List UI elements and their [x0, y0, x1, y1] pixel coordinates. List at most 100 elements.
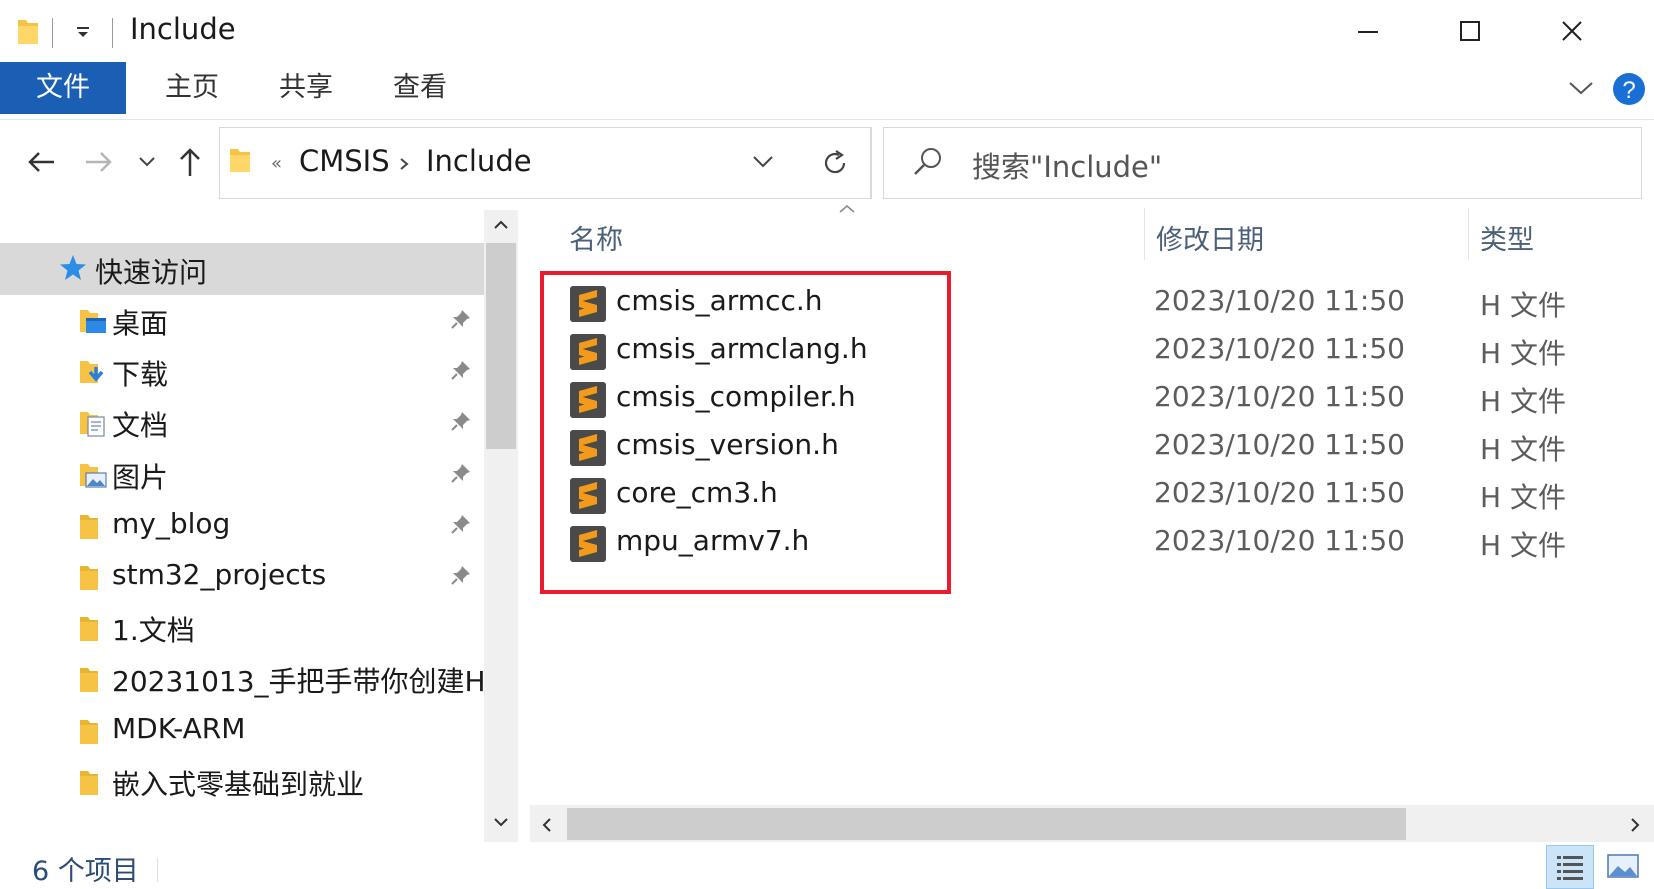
column-separator[interactable] [1144, 208, 1145, 260]
details-view-icon [1557, 856, 1583, 880]
quick-access-dropdown-icon[interactable] [74, 24, 92, 40]
file-type: H 文件 [1480, 337, 1566, 370]
nav-item-label: 嵌入式零基础到就业 [112, 767, 365, 801]
scroll-up-icon[interactable] [491, 218, 511, 232]
breadcrumb-overflow[interactable]: « [271, 153, 282, 174]
nav-item-9[interactable]: MDK-ARM [0, 704, 484, 756]
pin-icon[interactable] [450, 564, 472, 586]
breadcrumb-include[interactable]: Include [426, 144, 532, 178]
column-header-type[interactable]: 类型 [1480, 218, 1534, 257]
search-input[interactable]: 搜索"Include" [972, 144, 1162, 186]
status-separator [157, 858, 158, 882]
downloads-folder-icon [78, 357, 108, 387]
documents-folder-icon [78, 408, 108, 438]
file-type: H 文件 [1480, 289, 1566, 322]
large-icons-view-button[interactable] [1600, 845, 1648, 889]
horizontal-scroll-thumb[interactable] [567, 808, 1406, 840]
nav-item-2[interactable]: 下载 [0, 345, 484, 397]
sort-ascending-icon [838, 204, 856, 214]
desktop-folder-icon [78, 306, 108, 336]
tab-file[interactable]: 文件 [0, 62, 126, 114]
folder-icon [78, 767, 108, 797]
pin-icon[interactable] [450, 513, 472, 535]
refresh-icon [820, 148, 850, 178]
nav-item-label: 文档 [112, 409, 169, 443]
title-separator [52, 18, 53, 48]
folder-icon [228, 146, 252, 174]
column-header-date[interactable]: 修改日期 [1156, 218, 1264, 257]
back-button[interactable] [20, 140, 64, 184]
file-date: 2023/10/20 11:50 [1154, 476, 1405, 509]
file-type: H 文件 [1480, 529, 1566, 562]
tab-home[interactable]: 主页 [136, 62, 248, 114]
file-date: 2023/10/20 11:50 [1154, 284, 1405, 317]
nav-item-4[interactable]: 图片 [0, 448, 484, 500]
recent-locations-button[interactable] [126, 140, 170, 184]
file-type: H 文件 [1480, 385, 1566, 418]
minimize-button[interactable] [1318, 0, 1418, 62]
up-arrow-icon [180, 148, 200, 176]
nav-item-quick-access[interactable]: 快速访问 [0, 243, 484, 295]
up-button[interactable] [168, 140, 212, 184]
nav-item-label: MDK-ARM [112, 711, 246, 745]
search-icon [912, 146, 944, 178]
breadcrumb-cmsis[interactable]: CMSIS [299, 144, 390, 178]
nav-item-6[interactable]: stm32_projects [0, 550, 484, 602]
file-date: 2023/10/20 11:50 [1154, 332, 1405, 365]
file-date: 2023/10/20 11:50 [1154, 380, 1405, 413]
nav-item-label: 快速访问 [95, 256, 208, 289]
scroll-left-icon[interactable] [540, 816, 554, 834]
folder-icon [78, 716, 108, 746]
item-count: 6 个项目 [32, 856, 139, 887]
folder-icon [78, 511, 108, 541]
nav-item-1[interactable]: 桌面 [0, 294, 484, 346]
minimize-icon [1358, 31, 1378, 33]
forward-button[interactable] [76, 140, 120, 184]
help-icon[interactable]: ? [1612, 72, 1646, 106]
navigation-scroll-thumb[interactable] [486, 243, 516, 449]
column-header-name[interactable]: 名称 [569, 218, 623, 257]
scroll-down-icon[interactable] [491, 815, 511, 829]
folder-icon [78, 613, 108, 643]
star-icon [58, 253, 88, 283]
nav-item-5[interactable]: my_blog [0, 499, 484, 551]
pin-icon[interactable] [450, 462, 472, 484]
nav-item-label: 桌面 [112, 307, 169, 340]
expand-ribbon-icon[interactable] [1568, 80, 1594, 96]
folder-icon [16, 16, 40, 46]
pin-icon[interactable] [450, 308, 472, 330]
red-highlight-box [540, 271, 951, 594]
nav-item-7[interactable]: 1.文档 [0, 601, 484, 653]
pin-icon[interactable] [450, 359, 472, 381]
scroll-right-icon[interactable] [1628, 816, 1642, 834]
ribbon [0, 62, 1654, 120]
window-title: Include [130, 12, 236, 46]
file-type: H 文件 [1480, 481, 1566, 514]
breadcrumb-separator-icon[interactable] [397, 154, 411, 174]
nav-item-label: 20231013_手把手带你创建HA [112, 665, 484, 699]
tab-view[interactable]: 查看 [364, 62, 476, 114]
pin-icon[interactable] [450, 410, 472, 432]
close-button[interactable] [1522, 0, 1622, 62]
title-separator [112, 18, 113, 48]
large-icons-view-icon [1607, 854, 1639, 878]
nav-item-label: 图片 [112, 460, 169, 494]
nav-item-8[interactable]: 20231013_手把手带你创建HA [0, 652, 484, 704]
address-dropdown-icon[interactable] [750, 152, 776, 172]
tab-share[interactable]: 共享 [250, 62, 362, 114]
back-arrow-icon [28, 152, 54, 172]
nav-item-3[interactable]: 文档 [0, 396, 484, 448]
pictures-folder-icon [78, 460, 108, 490]
nav-item-10[interactable]: 嵌入式零基础到就业 [0, 755, 484, 807]
column-separator[interactable] [1468, 208, 1469, 260]
forward-arrow-icon [86, 152, 112, 172]
file-date: 2023/10/20 11:50 [1154, 524, 1405, 557]
nav-item-label: 1.文档 [112, 614, 195, 648]
svg-text:?: ? [1622, 77, 1635, 104]
nav-item-label: my_blog [112, 506, 231, 540]
details-view-button[interactable] [1546, 845, 1594, 889]
maximize-button[interactable] [1420, 0, 1520, 62]
file-type: H 文件 [1480, 433, 1566, 466]
chevron-down-icon [139, 157, 155, 167]
folder-icon [78, 664, 108, 694]
